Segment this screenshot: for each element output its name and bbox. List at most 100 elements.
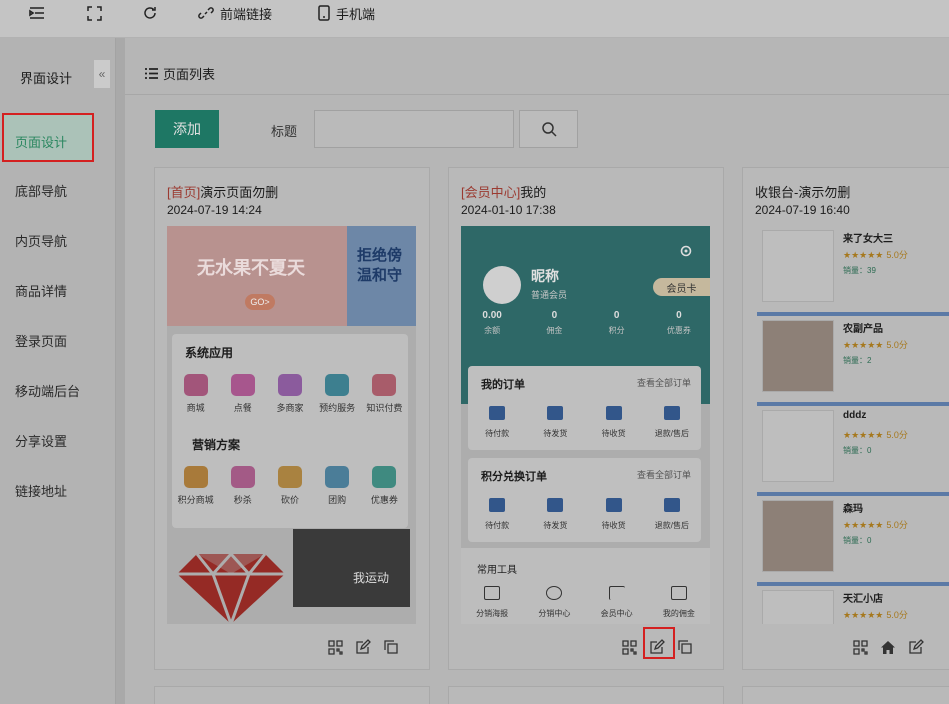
stat-value: 0: [676, 310, 682, 321]
refresh-icon[interactable]: [142, 0, 158, 26]
sales-label: 销量：: [843, 446, 867, 455]
mobile-button[interactable]: 手机端: [318, 0, 375, 26]
app-item: 团购: [315, 466, 359, 506]
ticket-icon: [670, 586, 687, 600]
rating-value: 5.0分: [886, 610, 908, 620]
app-item: 点餐: [221, 374, 265, 414]
rating-value: 5.0分: [886, 520, 908, 530]
top-toolbar: 前端链接 手机端: [0, 0, 949, 38]
product-image: [762, 320, 834, 392]
card-date: 2024-01-10 17:38: [461, 203, 556, 217]
wallet-icon: [489, 406, 506, 420]
divider: [125, 94, 949, 95]
tool-label: 我的佣金: [662, 609, 695, 618]
sidebar-item-login-page[interactable]: 登录页面: [15, 331, 67, 350]
card-title[interactable]: [会员中心]我的: [461, 182, 546, 201]
product-image: [762, 500, 834, 572]
app-item-label: 多商家: [276, 403, 304, 413]
member-card-badge: 会员卡: [653, 278, 710, 296]
stat-label: 积分: [608, 326, 625, 335]
app-item: 商城: [174, 374, 218, 414]
product-sales: 销量：0: [843, 535, 871, 546]
sports-image-text: 我运动: [353, 571, 390, 585]
menu-toggle-icon[interactable]: [29, 0, 45, 26]
card-title[interactable]: 收银台-演示勿删: [755, 182, 850, 201]
sidebar-item-product-detail[interactable]: 商品详情: [15, 281, 67, 300]
add-button[interactable]: 添加: [155, 110, 219, 148]
app-item: 预约服务: [315, 374, 359, 414]
sidebar-item-page-design[interactable]: 页面设计: [2, 113, 94, 162]
stat-item: 0 优惠券: [654, 310, 704, 336]
order-status-item: 待付款: [472, 406, 522, 439]
my-orders-box: 我的订单 查看全部订单 待付款 待发货 待收货 退款/售后: [468, 366, 701, 450]
page-card: [742, 686, 949, 704]
order-status-item: 待发货: [530, 406, 580, 439]
frontend-link-button[interactable]: 前端链接: [198, 0, 272, 26]
edit-icon[interactable]: [907, 638, 925, 656]
fullscreen-icon[interactable]: [87, 0, 102, 26]
merchants-icon: [277, 374, 302, 396]
truck-icon: [605, 498, 622, 512]
page-preview: 来了女大三 ★★★★★ 5.0分 销量：39 农副产品 ★★★★★ 5.0分 销量：…: [755, 226, 949, 624]
sidebar-title: 界面设计: [20, 71, 73, 86]
qr-code-icon[interactable]: [326, 638, 344, 656]
product-name: 森玛: [843, 504, 863, 515]
page-card: [448, 686, 724, 704]
card-name: 收银台-演示勿删: [755, 185, 851, 200]
sidebar-item-label: 页面设计: [15, 135, 68, 150]
copy-icon[interactable]: [382, 638, 400, 656]
title-search-input[interactable]: [314, 110, 514, 148]
tool-item: 分销海报: [467, 586, 517, 619]
search-button[interactable]: [519, 110, 578, 148]
sidebar-collapse-button[interactable]: «: [94, 60, 110, 88]
app-item: 秒杀: [221, 466, 265, 506]
search-icon: [541, 122, 557, 137]
avatar: [483, 266, 521, 304]
sidebar-item-inner-nav[interactable]: 内页导航: [15, 231, 67, 250]
stat-value: 0: [551, 310, 558, 321]
app-item-label: 预约服务: [319, 403, 356, 413]
page-preview: 昵称 普通会员 会员卡 0.00 余额 0 佣金 0 积分 0 优惠券 我的订单 查看全…: [461, 226, 710, 624]
stat-item: 0.00 余额: [467, 310, 517, 336]
order-status-label: 待发货: [543, 429, 568, 438]
product-rating: ★★★★★ 5.0分: [843, 430, 908, 440]
product-rating: ★★★★★ 5.0分: [843, 520, 908, 530]
group-buy-icon: [325, 466, 350, 488]
page-preview: 无水果不夏天 GO> 拒绝傍温和守 系统应用 商城 点餐 多商家 预约服务 知识…: [167, 226, 416, 624]
mall-icon: [183, 374, 208, 396]
order-status-label: 待付款: [485, 429, 510, 438]
edit-icon[interactable]: [354, 638, 372, 656]
tools-row: 分销海报 分销中心 会员中心 我的佣金: [461, 586, 710, 619]
product-item: 农副产品 ★★★★★ 5.0分 销量：2: [757, 312, 949, 392]
tools-title: 常用工具: [477, 565, 517, 576]
app-item-label: 优惠券: [370, 495, 398, 505]
sales-label: 销量：: [843, 356, 867, 365]
tools-section: 常用工具 分销海报 分销中心 会员中心 我的佣金: [461, 548, 710, 624]
qr-code-icon[interactable]: [851, 638, 869, 656]
qr-code-icon[interactable]: [620, 638, 638, 656]
member-level: 普通会员: [531, 290, 568, 300]
sidebar-item-bottom-nav[interactable]: 底部导航: [15, 181, 67, 200]
orders-title: 我的订单: [481, 379, 525, 391]
page-title: 页面列表: [163, 67, 216, 82]
card-title[interactable]: [首页]演示页面勿删: [167, 182, 278, 201]
mobile-icon: [318, 5, 330, 21]
edit-highlight: [643, 627, 675, 659]
page-card: [会员中心]我的 2024-01-10 17:38 昵称 普通会员 会员卡 0.…: [448, 167, 724, 670]
product-image: [762, 590, 834, 624]
sidebar-item-mobile-admin[interactable]: 移动端后台: [15, 381, 80, 400]
home-icon[interactable]: [879, 638, 897, 656]
frontend-link-label: 前端链接: [220, 6, 273, 22]
box-icon: [547, 498, 564, 512]
sidebar-item-share-settings[interactable]: 分享设置: [15, 431, 67, 450]
rating-value: 5.0分: [886, 250, 908, 260]
sidebar-item-link-address[interactable]: 链接地址: [15, 481, 67, 500]
app-item-label: 点餐: [233, 403, 252, 413]
points-orders-box: 积分兑换订单 查看全部订单 待付款 待发货 待收货 退款/售后: [468, 458, 701, 542]
card-date: 2024-07-19 14:24: [167, 203, 262, 217]
stat-item: 0 佣金: [529, 310, 579, 336]
product-sales: 销量：39: [843, 265, 876, 276]
order-status-label: 退款/售后: [654, 429, 689, 438]
copy-icon[interactable]: [676, 638, 694, 656]
banner-right-text: 拒绝傍温和守: [357, 247, 403, 284]
